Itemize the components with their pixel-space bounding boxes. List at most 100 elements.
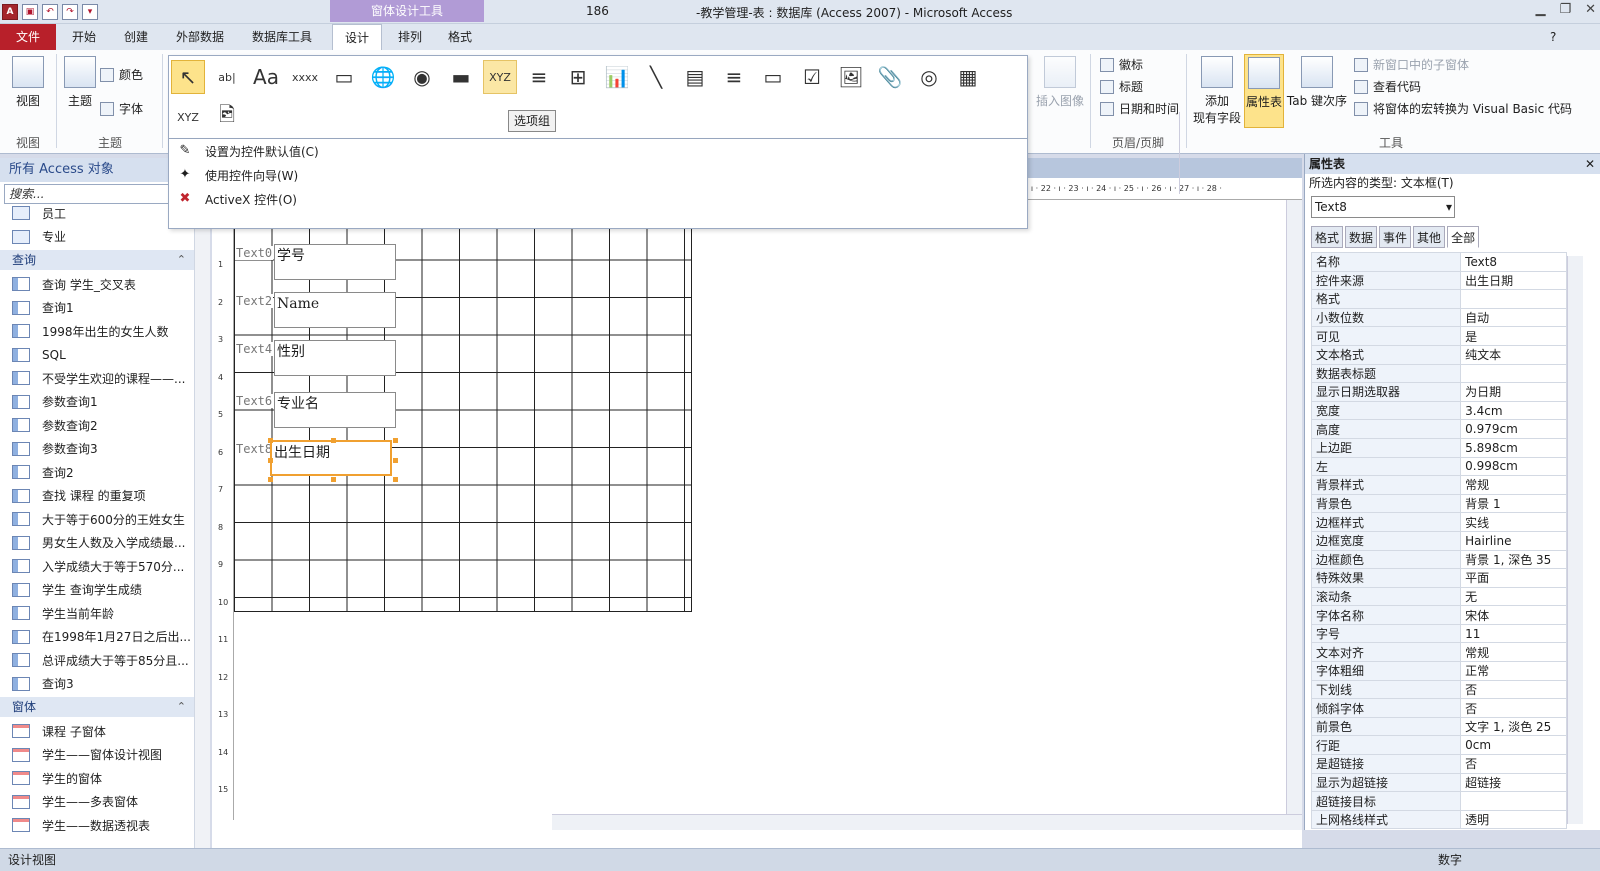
web-browser-control-icon[interactable]: ◉ [405, 60, 439, 94]
view-button[interactable]: 视图 [8, 56, 48, 109]
rectangle-control-icon[interactable]: ▭ [756, 60, 790, 94]
convert-macros-button[interactable]: 将窗体的宏转换为 Visual Basic 代码 [1354, 100, 1572, 117]
nav-query-item[interactable]: SQL [12, 343, 194, 367]
property-value[interactable]: 无 [1460, 586, 1567, 607]
title-button[interactable]: 标题 [1100, 78, 1143, 95]
nav-section-forms[interactable]: 窗体 ⌃ [0, 697, 194, 717]
property-value[interactable]: 0.998cm [1460, 456, 1567, 477]
property-value[interactable]: 否 [1460, 679, 1567, 700]
minimize-button[interactable]: ▁ [1535, 2, 1545, 17]
button-control-icon[interactable]: xxxx [288, 60, 322, 94]
option-group-control-icon[interactable]: XYZ [483, 60, 517, 94]
font-button[interactable]: 字体 [100, 100, 143, 117]
nav-scrollbar[interactable] [194, 206, 210, 848]
nav-section-queries[interactable]: 查询 ⌃ [0, 250, 194, 270]
tab-external-data[interactable]: 外部数据 [164, 24, 236, 50]
tab-event-props[interactable]: 事件 [1379, 226, 1412, 248]
tab-create[interactable]: 创建 [112, 24, 160, 50]
collapse-chevron-icon[interactable]: ⌃ [177, 250, 186, 270]
resize-handle[interactable] [268, 458, 273, 463]
nav-query-item[interactable]: 参数查询1 [12, 390, 194, 414]
property-scrollbar[interactable] [1567, 256, 1583, 824]
property-value[interactable]: 出生日期 [1460, 270, 1567, 291]
access-app-icon[interactable]: A [2, 4, 18, 20]
customize-qat-icon[interactable]: ▾ [82, 4, 98, 20]
property-value[interactable]: 纯文本 [1460, 344, 1567, 365]
tab-other-props[interactable]: 其他 [1413, 226, 1446, 248]
subform-new-window-button[interactable]: 新窗口中的子窗体 [1354, 56, 1469, 73]
text-box-control[interactable]: 出生日期 [270, 440, 392, 476]
label-control-icon[interactable]: Aa [249, 60, 283, 94]
nav-form-item[interactable]: 学生——多表窗体 [12, 790, 194, 814]
text-box-control[interactable]: 专业名 [274, 392, 396, 428]
property-value[interactable]: 文字 1, 淡色 25 [1460, 716, 1567, 737]
nav-query-item[interactable]: 查询1 [12, 296, 194, 320]
nav-query-item[interactable]: 男女生人数及入学成绩最... [12, 531, 194, 555]
selected-object-select[interactable]: Text8 ▾ [1311, 196, 1455, 218]
nav-form-item[interactable]: 学生——数据透视表 [12, 813, 194, 837]
tab-format-props[interactable]: 格式 [1311, 226, 1344, 248]
navigation-control-icon[interactable]: ▬ [444, 60, 478, 94]
nav-query-item[interactable]: 在1998年1月27日之后出... [12, 625, 194, 649]
close-icon[interactable]: ✕ [1585, 154, 1595, 174]
tab-file[interactable]: 文件 [0, 24, 56, 50]
property-value[interactable]: 常规 [1460, 642, 1567, 663]
property-value[interactable]: 自动 [1460, 307, 1567, 328]
tab-format[interactable]: 格式 [436, 24, 484, 50]
property-value[interactable]: 5.898cm [1460, 437, 1567, 458]
tab-database-tools[interactable]: 数据库工具 [240, 24, 324, 50]
property-value[interactable]: 3.4cm [1460, 400, 1567, 421]
nav-query-item[interactable]: 总评成绩大于等于85分且... [12, 648, 194, 672]
menu-activex-controls[interactable]: ✖ ActiveX 控件(O) [169, 187, 1027, 211]
design-vertical-scrollbar[interactable] [1286, 200, 1302, 814]
line-control-icon[interactable]: ╲ [639, 60, 673, 94]
textbox-control-icon[interactable]: ab| [210, 60, 244, 94]
form-detail-section[interactable]: Text0 学号 Text2 Name Text4 性别 Text6 专业名 Text8 出生日期 [234, 222, 1294, 822]
attachment-control-icon[interactable]: 📎 [873, 60, 907, 94]
maximize-button[interactable]: ❐ [1559, 2, 1571, 17]
redo-icon[interactable]: ↷ [62, 4, 78, 20]
resize-handle[interactable] [331, 438, 336, 443]
option-button-control-icon[interactable]: ◎ [912, 60, 946, 94]
unbound-object-control-icon[interactable]: 🖼 [834, 60, 868, 94]
nav-query-item[interactable]: 大于等于600分的王姓女生 [12, 507, 194, 531]
resize-handle[interactable] [393, 438, 398, 443]
toggle-control-icon[interactable]: ▤ [678, 60, 712, 94]
insert-image-button[interactable]: 插入图像 [1030, 56, 1090, 109]
tab-all-props[interactable]: 全部 [1447, 226, 1480, 248]
tab-arrange[interactable]: 排列 [386, 24, 434, 50]
property-value[interactable]: 实线 [1460, 512, 1567, 532]
tab-home[interactable]: 开始 [60, 24, 108, 50]
nav-query-item[interactable]: 入学成绩大于等于570分... [12, 554, 194, 578]
nav-table-item[interactable]: 员工 [12, 201, 194, 225]
date-time-button[interactable]: 日期和时间 [1100, 100, 1179, 117]
nav-query-item[interactable]: 学生 查询学生成绩 [12, 578, 194, 602]
property-value[interactable]: 背景 1, 深色 35 [1460, 549, 1567, 570]
tab-order-button[interactable]: Tab 键次序 [1284, 56, 1350, 109]
field-label[interactable]: Text0 [235, 246, 274, 260]
nav-query-item[interactable]: 查询2 [12, 460, 194, 484]
property-value[interactable]: Hairline [1460, 530, 1567, 551]
tab-control-control-icon[interactable]: ▭ [327, 60, 361, 94]
property-value[interactable] [1460, 363, 1567, 384]
image-control-icon[interactable]: 🖻 [210, 100, 244, 134]
theme-button[interactable]: 主题 [60, 56, 100, 109]
field-label[interactable]: Text4 [235, 342, 274, 356]
nav-query-item[interactable]: 1998年出生的女生人数 [12, 319, 194, 343]
combo-box-control-icon[interactable]: ⊞ [561, 60, 595, 94]
subform-control-icon[interactable]: ▦ [951, 60, 985, 94]
nav-query-item[interactable]: 不受学生欢迎的课程——... [12, 366, 194, 390]
select-control-icon[interactable]: ↖ [171, 60, 205, 94]
chart-control-icon[interactable]: 📊 [600, 60, 634, 94]
text-box-control[interactable]: 性别 [274, 340, 396, 376]
property-value[interactable]: 背景 1 [1460, 493, 1567, 514]
property-value[interactable]: 正常 [1460, 661, 1567, 681]
gallery-scrollbar[interactable] [1179, 112, 1195, 194]
property-value[interactable]: 常规 [1460, 475, 1567, 495]
property-value[interactable]: 是 [1460, 326, 1567, 346]
field-label[interactable]: Text6 [235, 394, 274, 408]
nav-query-item[interactable]: 参数查询3 [12, 437, 194, 461]
hyperlink-control-icon[interactable]: 🌐 [366, 60, 400, 94]
property-value[interactable]: 宋体 [1460, 605, 1567, 625]
menu-set-control-defaults[interactable]: ✎ 设置为控件默认值(C) [169, 139, 1027, 163]
